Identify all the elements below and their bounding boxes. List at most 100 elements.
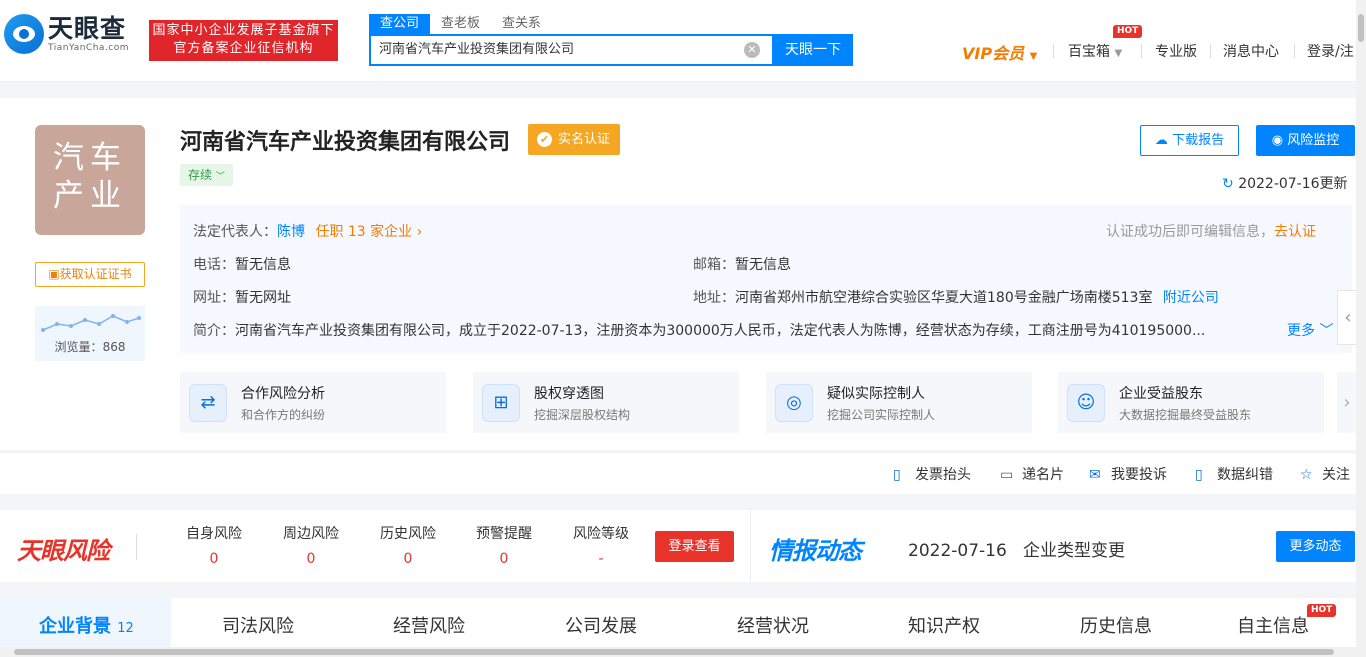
tool-label: 递名片	[1022, 467, 1064, 483]
feature-card[interactable]: ☺ 企业受益股东 大数据挖掘最终受益股东	[1058, 372, 1324, 433]
tab-development[interactable]: 公司发展	[565, 612, 637, 638]
risk-history[interactable]: 历史风险 0	[368, 523, 448, 567]
views-sparkline	[41, 314, 141, 332]
mail-icon: ✉	[1089, 467, 1101, 483]
login-link[interactable]: 登录/注	[1307, 41, 1354, 61]
login-view-button[interactable]: 登录查看	[655, 531, 734, 562]
feature-subtitle: 挖掘公司实际控制人	[827, 408, 936, 422]
card-icon: ▭	[1000, 467, 1014, 483]
certificate-icon: ▣	[48, 267, 60, 281]
chevron-down-icon: ﹀	[1319, 323, 1334, 339]
risk-label: 周边风险	[283, 526, 339, 542]
official-badge: 国家中小企业发展子基金旗下 官方备案企业征信机构	[149, 20, 338, 61]
nearby-companies-link[interactable]: 附近公司	[1163, 290, 1219, 306]
verified-badge[interactable]: ✔ 实名认证	[528, 124, 621, 155]
tab-search-company[interactable]: 查公司	[369, 14, 431, 34]
chevron-down-icon: ﹀	[215, 172, 225, 182]
logo[interactable]: 天眼查 TianYanCha.com	[4, 14, 129, 54]
get-certificate-button[interactable]: ▣获取认证证书	[35, 262, 145, 287]
more-news-button[interactable]: 更多动态	[1276, 531, 1355, 562]
tab-operating-risk[interactable]: 经营风险	[393, 612, 465, 638]
complaint-button[interactable]: ✉ 我要投诉	[1089, 464, 1167, 484]
scrollbar-thumb[interactable]	[1358, 14, 1364, 42]
cloud-download-icon: ☁	[1154, 133, 1168, 148]
feature-subtitle: 挖掘深层股权结构	[534, 408, 631, 422]
pro-link[interactable]: 专业版	[1155, 41, 1197, 61]
data-correction-button[interactable]: ▯ 数据纠错	[1195, 464, 1273, 484]
tool-label: 关注	[1322, 467, 1350, 483]
follow-button[interactable]: ☆ 关注	[1300, 464, 1350, 484]
update-time[interactable]: ↻ 2022-07-16更新	[1222, 173, 1348, 193]
edit-hint-text: 认证成功后即可编辑信息，	[1106, 224, 1274, 240]
feature-card[interactable]: ⇄ 合作风险分析 和合作方的纠纷	[180, 372, 446, 433]
tab-company-background[interactable]: 企业背景 12	[39, 612, 134, 638]
risk-level[interactable]: 风险等级 -	[561, 523, 641, 567]
feature-card[interactable]: ◎ 疑似实际控制人 挖掘公司实际控制人	[766, 372, 1032, 433]
business-card-button[interactable]: ▭ 递名片	[1000, 464, 1064, 484]
risk-monitor-button[interactable]: ◉ 风险监控	[1256, 125, 1355, 156]
search-tabs: 查公司 查老板 查关系	[369, 14, 552, 34]
tab-history[interactable]: 历史信息	[1080, 612, 1152, 638]
risk-value: 0	[499, 551, 509, 567]
risk-self[interactable]: 自身风险 0	[174, 523, 254, 567]
legal-rep-link[interactable]: 陈博	[277, 224, 305, 240]
handshake-icon: ⇄	[189, 384, 227, 422]
eye-logo-icon	[4, 14, 44, 54]
search-input[interactable]: 河南省汽车产业投资集团有限公司	[369, 34, 774, 66]
clear-icon[interactable]: ✕	[744, 42, 760, 58]
news-item[interactable]: 2022-07-16 企业类型变更	[908, 536, 1125, 561]
chevron-right-icon[interactable]: ›	[1337, 372, 1357, 433]
feature-subtitle: 和合作方的纠纷	[241, 408, 326, 422]
update-text: 2022-07-16更新	[1238, 176, 1348, 192]
refresh-icon: ↻	[1222, 176, 1234, 192]
target-icon: ◎	[775, 384, 813, 422]
more-intro-link[interactable]: 更多 ﹀	[1283, 320, 1334, 340]
hot-badge: HOT	[1113, 25, 1143, 38]
verify-link[interactable]: 去认证	[1274, 224, 1316, 240]
address-label: 地址：	[693, 290, 735, 306]
risk-value: 0	[209, 551, 219, 567]
tab-judicial-risk[interactable]: 司法风险	[222, 612, 294, 638]
logo-text: 天眼查	[48, 14, 127, 43]
badge-line-1: 国家中小企业发展子基金旗下	[152, 23, 335, 38]
tab-self-info[interactable]: 自主信息	[1237, 612, 1309, 638]
camera-icon: ◉	[1271, 133, 1284, 148]
monitor-label: 风险监控	[1287, 133, 1340, 148]
avatar-line-1: 汽车	[53, 140, 127, 176]
invoice-title-button[interactable]: ▯ 发票抬头	[893, 464, 971, 484]
roles-link[interactable]: 任职 13 家企业 ›	[315, 224, 422, 240]
horizontal-scrollbar-thumb[interactable]	[14, 649, 1334, 655]
feature-title: 股权穿透图	[534, 386, 604, 402]
intro-row: 简介：河南省汽车产业投资集团有限公司，成立于2022-07-13，注册资本为30…	[193, 320, 1335, 340]
tab-search-relation[interactable]: 查关系	[491, 14, 552, 34]
website-label: 网址：	[193, 290, 235, 306]
news-date: 2022-07-16	[908, 541, 1007, 561]
company-name: 河南省汽车产业投资集团有限公司	[180, 130, 511, 155]
risk-surrounding[interactable]: 周边风险 0	[271, 523, 351, 567]
feature-title: 合作风险分析	[241, 386, 325, 402]
risk-warning[interactable]: 预警提醒 0	[464, 523, 544, 567]
risk-value: 0	[306, 551, 316, 567]
org-chart-icon: ⊞	[482, 384, 520, 422]
tab-ip[interactable]: 知识产权	[908, 612, 980, 638]
status-badge[interactable]: 存续 ﹀	[180, 164, 233, 186]
tab-search-boss[interactable]: 查老板	[430, 14, 491, 34]
avatar-line-2: 产业	[53, 178, 127, 214]
feature-card[interactable]: ⊞ 股权穿透图 挖掘深层股权结构	[473, 372, 739, 433]
risk-value: 0	[403, 551, 413, 567]
website-value: 暂无网址	[235, 290, 291, 306]
download-report-button[interactable]: ☁ 下载报告	[1140, 125, 1239, 156]
search-button[interactable]: 天眼一下	[773, 34, 853, 66]
vertical-scrollbar[interactable]	[1356, 0, 1366, 657]
document-icon: ▯	[893, 467, 901, 483]
roles-text: 任职 13 家企业	[315, 224, 413, 240]
risk-label: 自身风险	[186, 526, 242, 542]
tab-operations[interactable]: 经营状况	[737, 612, 809, 638]
views-label: 浏览量：868	[54, 340, 126, 354]
star-icon: ☆	[1300, 467, 1313, 483]
verified-label: 实名认证	[558, 132, 611, 147]
message-center-link[interactable]: 消息中心	[1223, 41, 1279, 61]
treasure-box-link[interactable]: 百宝箱 ▼	[1068, 41, 1122, 61]
news-logo: 情报动态	[769, 537, 862, 565]
vip-link[interactable]: VIP会员 ▼	[962, 40, 1037, 64]
